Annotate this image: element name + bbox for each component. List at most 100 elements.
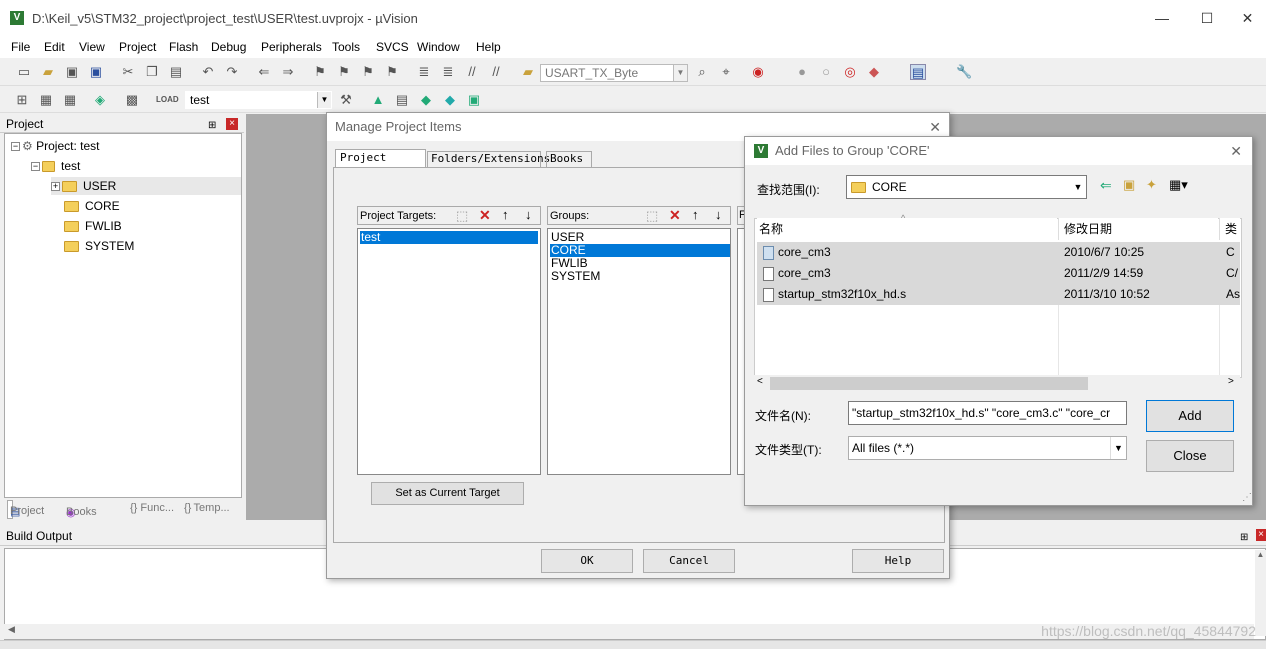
tree-group-fwlib[interactable]: FWLIB (64, 217, 122, 235)
select-packs-icon[interactable]: ◆ (418, 92, 434, 108)
column-date-header[interactable]: 修改日期 (1058, 218, 1218, 240)
pin-icon[interactable]: ⊞ (208, 118, 216, 134)
file-extensions-icon[interactable]: ▤ (394, 92, 410, 108)
new-group-icon[interactable]: ⬚ (646, 208, 658, 224)
scroll-left-icon[interactable]: < (757, 376, 763, 387)
uncomment-icon[interactable]: // (488, 64, 504, 80)
move-down-icon[interactable]: ↓ (525, 207, 532, 222)
bookmark-clear-icon[interactable]: ⚑ (384, 64, 400, 80)
nav-back-icon[interactable]: ⇐ (256, 64, 272, 80)
pack-installer-icon[interactable]: ▣ (466, 92, 482, 108)
list-item[interactable]: test (360, 231, 538, 244)
tree-group-user[interactable]: + USER (51, 177, 241, 195)
tab-folders-extensions[interactable]: Folders/Extensions (427, 151, 550, 168)
menu-peripherals[interactable]: Peripherals (261, 40, 322, 54)
move-down-icon[interactable]: ↓ (715, 207, 722, 222)
menu-svcs[interactable]: SVCS (376, 40, 409, 54)
collapse-icon[interactable]: − (11, 142, 20, 152)
cancel-button[interactable]: Cancel (643, 549, 735, 573)
incremental-find-icon[interactable]: ⌖ (718, 64, 734, 80)
configure-icon[interactable]: 🔧 (956, 64, 972, 80)
expand-icon[interactable]: + (51, 182, 60, 192)
scroll-right-icon[interactable]: > (1228, 376, 1234, 387)
tab-functions[interactable]: {} Func... (130, 502, 174, 514)
tab-books[interactable]: Books (546, 151, 592, 168)
breakpoint-kill-icon[interactable]: ◎ (842, 64, 858, 80)
close-button[interactable]: ✕ (1229, 6, 1266, 30)
bookmark-icon[interactable]: ⚑ (312, 64, 328, 80)
add-button[interactable]: Add (1146, 400, 1234, 432)
stop-build-icon[interactable]: ▩ (124, 92, 140, 108)
build-output-scrollbar[interactable]: ▲ (1255, 550, 1266, 636)
back-icon[interactable]: ⇐ (1100, 177, 1112, 194)
list-item[interactable]: SYSTEM (550, 270, 600, 283)
collapse-icon[interactable]: − (31, 162, 40, 172)
close-icon[interactable]: × (226, 118, 238, 130)
maximize-button[interactable]: ☐ (1184, 6, 1230, 30)
menu-edit[interactable]: Edit (44, 40, 65, 54)
column-type-header[interactable]: 类 (1219, 218, 1240, 240)
find-icon[interactable]: ⌕ (694, 64, 710, 80)
filename-input[interactable]: "startup_stm32f10x_hd.s" "core_cm3.c" "c… (848, 401, 1127, 425)
file-list-hscrollbar[interactable]: < > (754, 375, 1240, 392)
menu-view[interactable]: View (79, 40, 105, 54)
menu-project[interactable]: Project (119, 40, 156, 54)
indent-icon[interactable]: ≣ (416, 64, 432, 80)
column-name-header[interactable]: 名称 (757, 218, 1057, 240)
breakpoint-disable-icon[interactable]: ○ (818, 64, 834, 80)
new-folder-icon[interactable]: ✦ (1146, 177, 1157, 193)
build-icon[interactable]: ▦ (38, 92, 54, 108)
file-row[interactable]: core_cm3 2011/2/9 14:59 C/ (757, 263, 1240, 284)
debug-session-icon[interactable]: ◉ (750, 64, 766, 80)
targets-list[interactable]: test (357, 228, 541, 475)
resize-grip-icon[interactable]: ⋰ (1242, 492, 1252, 503)
tab-project-items[interactable]: Project Items (335, 149, 426, 180)
groups-list[interactable]: USER CORE FWLIB SYSTEM (547, 228, 731, 475)
minimize-button[interactable]: — (1139, 6, 1185, 30)
translate-icon[interactable]: ⊞ (14, 92, 30, 108)
save-icon[interactable]: ▣ (64, 64, 80, 80)
menu-file[interactable]: File (11, 40, 30, 54)
help-button[interactable]: Help (852, 549, 944, 573)
undo-icon[interactable]: ↶ (200, 64, 216, 80)
view-menu-icon[interactable]: ▦▾ (1169, 177, 1188, 193)
tab-templates[interactable]: {} Temp... (184, 502, 230, 514)
close-icon[interactable]: × (1256, 529, 1266, 541)
comment-icon[interactable]: // (464, 64, 480, 80)
tree-group-core[interactable]: CORE (64, 197, 120, 215)
up-folder-icon[interactable]: ▣ (1123, 177, 1135, 193)
dialog-close-icon[interactable]: ✕ (1230, 137, 1242, 165)
set-current-target-button[interactable]: Set as Current Target (371, 482, 524, 505)
scroll-thumb[interactable] (770, 377, 1088, 390)
menu-window[interactable]: Window (417, 40, 460, 54)
delete-icon[interactable]: ✕ (479, 207, 491, 224)
file-row[interactable]: startup_stm32f10x_hd.s 2011/3/10 10:52 A… (757, 284, 1240, 305)
batch-build-icon[interactable]: ◈ (92, 92, 108, 108)
tree-target[interactable]: − test (31, 157, 80, 175)
window-layout-icon[interactable]: ▤ (910, 64, 926, 80)
move-up-icon[interactable]: ↑ (692, 207, 699, 222)
unindent-icon[interactable]: ≣ (440, 64, 456, 80)
new-target-icon[interactable]: ⬚ (456, 208, 468, 224)
load-icon[interactable]: LOAD (156, 92, 179, 108)
target-options-icon[interactable]: ⚒ (338, 92, 354, 108)
menu-help[interactable]: Help (476, 40, 501, 54)
find-combo[interactable]: USART_TX_Byte ▼ (540, 64, 688, 82)
breakpoint-all-icon[interactable]: ◆ (866, 64, 882, 80)
ok-button[interactable]: OK (541, 549, 633, 573)
new-file-icon[interactable]: ▭ (16, 64, 32, 80)
filetype-select[interactable]: All files (*.*) ▼ (848, 436, 1127, 460)
bookmark-prev-icon[interactable]: ⚑ (336, 64, 352, 80)
tree-project-root[interactable]: − ⚙ Project: test (11, 137, 99, 155)
delete-icon[interactable]: ✕ (669, 207, 681, 224)
manage-rte-icon[interactable]: ◆ (442, 92, 458, 108)
target-combo[interactable]: test ▼ (185, 91, 332, 109)
copy-icon[interactable]: ❐ (144, 64, 160, 80)
pin-icon[interactable]: ⊞ (1240, 529, 1248, 547)
save-all-icon[interactable]: ▣ (88, 64, 104, 80)
tree-group-system[interactable]: SYSTEM (64, 237, 134, 255)
menu-tools[interactable]: Tools (332, 40, 360, 54)
close-dialog-button[interactable]: Close (1146, 440, 1234, 472)
tab-project[interactable]: ▤ Project (7, 500, 44, 519)
cut-icon[interactable]: ✂ (120, 64, 136, 80)
